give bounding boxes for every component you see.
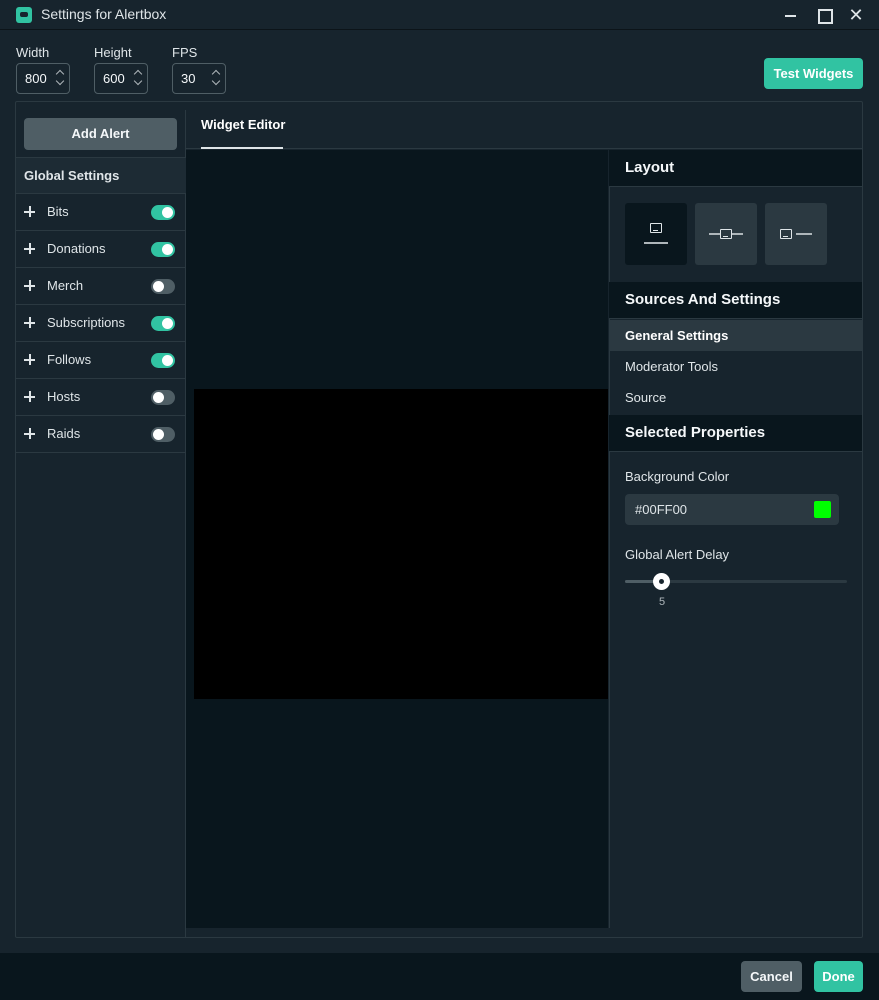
window-title: Settings for Alertbox: [41, 6, 167, 22]
background-color-input[interactable]: #00FF00: [625, 494, 839, 525]
width-value: 800: [25, 71, 47, 86]
fps-spinner-icon[interactable]: [211, 67, 221, 89]
bits-toggle[interactable]: [151, 205, 175, 220]
settings-panel: [609, 150, 862, 928]
test-widgets-button[interactable]: Test Widgets: [764, 58, 863, 89]
alert-label: Follows: [47, 352, 92, 367]
layout-image-above-text-button[interactable]: [625, 203, 687, 265]
subscriptions-toggle[interactable]: [151, 316, 175, 331]
donations-toggle[interactable]: [151, 242, 175, 257]
alert-item-bits[interactable]: Bits: [16, 194, 186, 231]
source-item-general-settings[interactable]: General Settings: [609, 320, 862, 351]
toggle-knob: [153, 281, 164, 292]
add-alert-button[interactable]: Add Alert: [24, 118, 177, 150]
sources-heading: Sources And Settings: [609, 282, 862, 319]
image-icon: [720, 229, 732, 239]
maximize-icon[interactable]: [813, 4, 835, 26]
height-value: 600: [103, 71, 125, 86]
layout-text-over-image-button[interactable]: [695, 203, 757, 265]
height-spinner-icon[interactable]: [133, 67, 143, 89]
toggle-knob: [162, 244, 173, 255]
toggle-knob: [162, 318, 173, 329]
alert-label: Raids: [47, 426, 81, 441]
fps-label: FPS: [172, 45, 198, 60]
fps-value: 30: [181, 71, 196, 86]
toggle-knob: [162, 355, 173, 366]
width-label: Width: [16, 45, 50, 60]
width-spinner-icon[interactable]: [55, 67, 65, 89]
expand-plus-icon[interactable]: [24, 280, 36, 292]
raids-toggle[interactable]: [151, 427, 175, 442]
background-color-label: Background Color: [625, 469, 730, 484]
expand-plus-icon[interactable]: [24, 317, 36, 329]
alert-item-donations[interactable]: Donations: [16, 231, 186, 268]
hosts-toggle[interactable]: [151, 390, 175, 405]
alert-item-raids[interactable]: Raids: [16, 416, 186, 453]
source-item-moderator-tools[interactable]: Moderator Tools: [609, 351, 862, 382]
streamlabs-app-icon: [16, 7, 32, 23]
properties-heading: Selected Properties: [609, 415, 862, 452]
alert-label: Bits: [47, 204, 69, 219]
active-tab-indicator: [201, 147, 283, 149]
expand-plus-icon[interactable]: [24, 354, 36, 366]
expand-plus-icon[interactable]: [24, 243, 36, 255]
alert-sidebar: Add Alert Global Settings Bits Donations…: [16, 110, 186, 938]
editor-tab-bar: Widget Editor: [186, 102, 862, 149]
expand-plus-icon[interactable]: [24, 206, 36, 218]
text-line-icon: [644, 242, 668, 244]
width-input[interactable]: 800: [16, 63, 70, 94]
global-settings-item[interactable]: Global Settings: [16, 157, 186, 194]
alert-label: Merch: [47, 278, 84, 293]
cancel-button[interactable]: Cancel: [741, 961, 802, 992]
height-label: Height: [94, 45, 132, 60]
alert-label: Subscriptions: [47, 315, 126, 330]
alert-delay-slider-handle[interactable]: [652, 573, 670, 590]
merch-toggle[interactable]: [151, 279, 175, 294]
text-line-icon: [796, 233, 812, 235]
alert-item-hosts[interactable]: Hosts: [16, 379, 186, 416]
background-color-value: #00FF00: [635, 502, 688, 517]
fps-input[interactable]: 30: [172, 63, 226, 94]
toggle-knob: [153, 429, 164, 440]
image-icon: [650, 223, 662, 233]
expand-plus-icon[interactable]: [24, 391, 36, 403]
color-swatch[interactable]: [813, 500, 832, 519]
alert-delay-label: Global Alert Delay: [625, 547, 730, 562]
image-icon: [780, 229, 792, 239]
alert-item-merch[interactable]: Merch: [16, 268, 186, 305]
widget-preview: [194, 389, 608, 699]
alert-delay-value: 5: [658, 596, 666, 608]
close-icon[interactable]: ✕: [845, 4, 867, 26]
alert-label: Donations: [47, 241, 106, 256]
layout-image-beside-text-button[interactable]: [765, 203, 827, 265]
title-bar: Settings for Alertbox ✕: [0, 0, 879, 30]
follows-toggle[interactable]: [151, 353, 175, 368]
height-input[interactable]: 600: [94, 63, 148, 94]
toggle-knob: [162, 207, 173, 218]
alert-item-subscriptions[interactable]: Subscriptions: [16, 305, 186, 342]
done-button[interactable]: Done: [814, 961, 863, 992]
layout-heading: Layout: [609, 150, 862, 187]
source-item-source[interactable]: Source: [609, 382, 862, 413]
expand-plus-icon[interactable]: [24, 428, 36, 440]
toggle-knob: [153, 392, 164, 403]
minimize-icon[interactable]: [780, 4, 802, 26]
tab-widget-editor[interactable]: Widget Editor: [201, 117, 285, 132]
alert-label: Hosts: [47, 389, 81, 404]
alert-item-follows[interactable]: Follows: [16, 342, 186, 379]
